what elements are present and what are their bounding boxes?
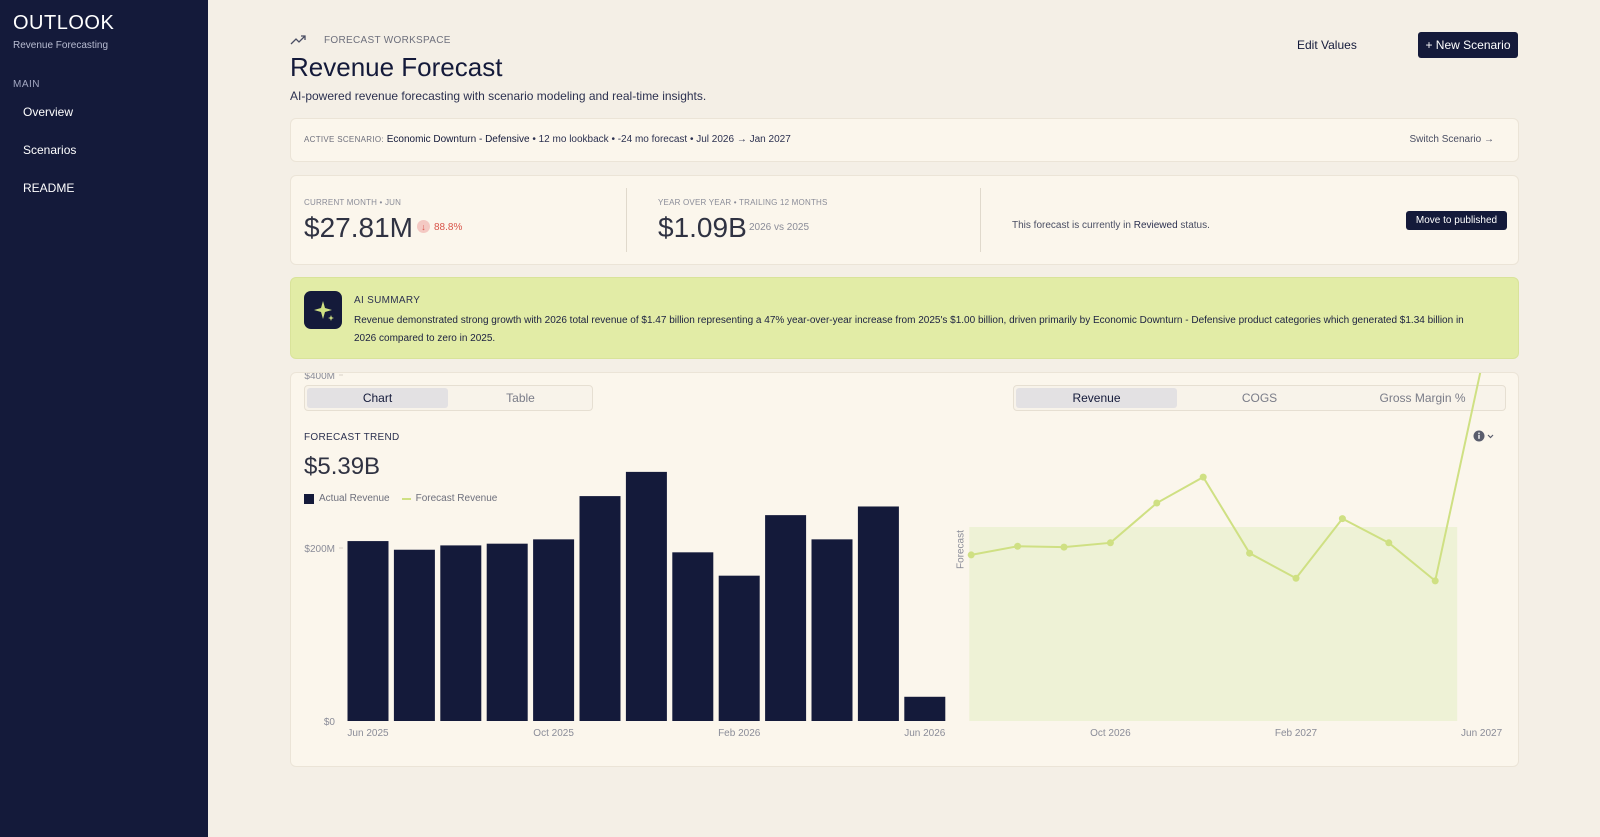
edit-values-button[interactable]: Edit Values	[1297, 38, 1357, 52]
bar-actual-revenue	[347, 541, 389, 721]
forecast-point	[1338, 515, 1346, 523]
bar-actual-revenue	[625, 471, 667, 721]
forecast-point	[967, 551, 975, 559]
x-tick-label: Feb 2027	[1275, 728, 1318, 739]
nav-section-label: MAIN	[13, 79, 40, 90]
forecast-point	[1199, 473, 1207, 481]
workspace-eyebrow: FORECAST WORKSPACE	[324, 35, 451, 46]
y-tick-label: $200M	[304, 544, 335, 555]
active-scenario-details: • 12 mo lookback • -24 mo forecast • Jul…	[529, 134, 791, 145]
bar-actual-revenue	[857, 506, 899, 721]
forecast-point	[1153, 499, 1161, 507]
sidebar: OUTLOOK Revenue Forecasting MAIN Overvie…	[0, 0, 208, 837]
metric-divider	[980, 188, 981, 252]
brand-logo: OUTLOOK	[13, 12, 115, 34]
forecast-chart-card: Chart Table Revenue COGS Gross Margin % …	[290, 372, 1519, 767]
active-scenario-name: Economic Downturn - Defensive	[386, 134, 530, 145]
y-tick-label: $400M	[304, 373, 335, 382]
ai-summary-text: Revenue demonstrated strong growth with …	[354, 315, 1464, 344]
forecast-point	[1431, 577, 1439, 585]
bar-actual-revenue	[718, 575, 760, 721]
forecast-chart: Forecast $400M $200M $0 Jun 2025 Oct 2025 Feb …	[304, 373, 1503, 739]
metrics-card: CURRENT MONTH • JUN $27.81M ↓ 88.8% YEAR…	[290, 175, 1519, 265]
bar-actual-revenue	[811, 539, 853, 721]
current-month-value: $27.81M	[304, 212, 413, 243]
bar-actual-revenue	[533, 539, 575, 721]
status-suffix: status.	[1177, 220, 1210, 231]
active-scenario-label: ACTIVE SCENARIO:	[304, 135, 384, 144]
trending-up-icon	[290, 35, 306, 45]
status-badge: Reviewed	[1133, 220, 1178, 231]
forecast-status-text: This forecast is currently in Reviewed s…	[1012, 220, 1210, 231]
forecast-band	[969, 527, 1458, 721]
bar-actual-revenue	[440, 545, 482, 721]
active-scenario-text: ACTIVE SCENARIO: Economic Downturn - Def…	[304, 134, 791, 145]
sidebar-item-scenarios[interactable]: Scenarios	[23, 143, 76, 157]
arrow-down-icon: ↓	[417, 220, 430, 233]
x-tick-label: Jun 2025	[347, 728, 389, 739]
forecast-band-label: Forecast	[955, 530, 966, 569]
x-tick-label: Jun 2027	[1461, 728, 1503, 739]
sidebar-item-overview[interactable]: Overview	[23, 105, 73, 119]
current-month-label: CURRENT MONTH • JUN	[304, 198, 402, 207]
x-tick-label: Feb 2026	[718, 728, 761, 739]
bar-actual-revenue	[486, 543, 528, 721]
move-to-published-button[interactable]: Move to published	[1406, 211, 1507, 230]
status-prefix: This forecast is currently in	[1012, 220, 1134, 231]
page-subtitle: AI-powered revenue forecasting with scen…	[290, 89, 707, 103]
x-tick-label: Jun 2026	[904, 728, 946, 739]
x-tick-label: Oct 2026	[1090, 728, 1131, 739]
forecast-point	[1385, 539, 1393, 547]
y-tick-label: $0	[324, 717, 336, 728]
bar-actual-revenue	[672, 552, 714, 721]
new-scenario-button[interactable]: + New Scenario	[1418, 32, 1518, 58]
yoy-label: YEAR OVER YEAR • TRAILING 12 MONTHS	[658, 198, 828, 207]
forecast-point	[1246, 549, 1254, 557]
current-month-delta: 88.8%	[434, 222, 463, 233]
brand-subtitle: Revenue Forecasting	[13, 40, 109, 51]
sidebar-item-readme[interactable]: README	[23, 181, 74, 195]
bar-actual-revenue	[579, 496, 621, 721]
forecast-point	[1292, 574, 1300, 582]
x-tick-label: Oct 2025	[533, 728, 574, 739]
yoy-value: $1.09B	[658, 212, 747, 243]
active-scenario-bar: ACTIVE SCENARIO: Economic Downturn - Def…	[290, 118, 1519, 162]
yoy-comparison: 2026 vs 2025	[749, 222, 810, 233]
ai-summary-label: AI SUMMARY	[354, 295, 421, 306]
bar-actual-revenue	[765, 515, 807, 721]
ai-summary-card: AI SUMMARY Revenue demonstrated strong g…	[290, 277, 1519, 359]
bar-actual-revenue	[904, 696, 946, 721]
forecast-point	[1106, 539, 1114, 547]
forecast-point	[1060, 543, 1068, 551]
bar-actual-revenue	[393, 549, 435, 721]
switch-scenario-link[interactable]: Switch Scenario →	[1410, 134, 1494, 145]
forecast-point	[1014, 542, 1022, 550]
metric-divider	[626, 188, 627, 252]
sparkle-icon	[304, 291, 342, 329]
page-title: Revenue Forecast	[290, 52, 503, 82]
